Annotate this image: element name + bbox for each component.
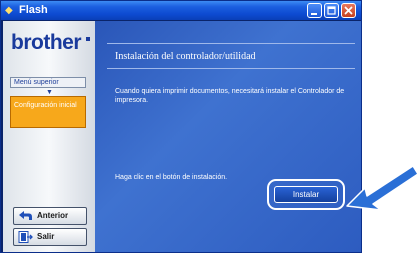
menu-down-arrow-icon: ▼ (46, 89, 53, 96)
close-button[interactable] (341, 3, 356, 18)
divider-title (107, 68, 355, 69)
brother-logo: brother (11, 31, 82, 54)
menu-active-item[interactable]: Configuración inicial (10, 96, 86, 128)
menu-active-label: Configuración inicial (14, 102, 77, 109)
exit-button[interactable]: Salir (13, 228, 87, 246)
content-panel: Instalación del controlador/utilidad Cua… (95, 21, 361, 252)
back-button[interactable]: Anterior (13, 207, 87, 225)
exit-label: Salir (37, 232, 55, 241)
exit-door-icon (18, 231, 33, 243)
content-description: Cuando quiera imprimir documentos, neces… (115, 88, 345, 104)
sidebar: brother Menú superior ▼ Configuración in… (3, 21, 95, 252)
install-highlight: Instalar (267, 179, 345, 210)
pointer-arrow-icon (346, 165, 419, 211)
minimize-button[interactable] (307, 3, 322, 18)
minimize-icon (311, 13, 317, 15)
close-icon (344, 6, 353, 15)
flash-window: ◆ Flash brother Menú superior ▼ Configur… (0, 0, 362, 253)
install-button[interactable]: Instalar (274, 186, 338, 203)
maximize-icon (327, 6, 336, 15)
logo-dot (86, 37, 90, 41)
menu-top-item[interactable]: Menú superior (10, 77, 86, 88)
back-arrow-icon (19, 211, 32, 220)
back-label: Anterior (37, 211, 69, 220)
title-bar[interactable]: ◆ Flash (1, 1, 361, 20)
divider-top (107, 43, 355, 44)
install-hint: Haga clic en el botón de instalación. (115, 174, 228, 181)
screen: ◆ Flash brother Menú superior ▼ Configur… (0, 0, 419, 253)
window-title: Flash (19, 4, 48, 16)
maximize-button[interactable] (324, 3, 339, 18)
content-title: Instalación del controlador/utilidad (115, 51, 256, 62)
flash-app-icon: ◆ (5, 5, 13, 16)
